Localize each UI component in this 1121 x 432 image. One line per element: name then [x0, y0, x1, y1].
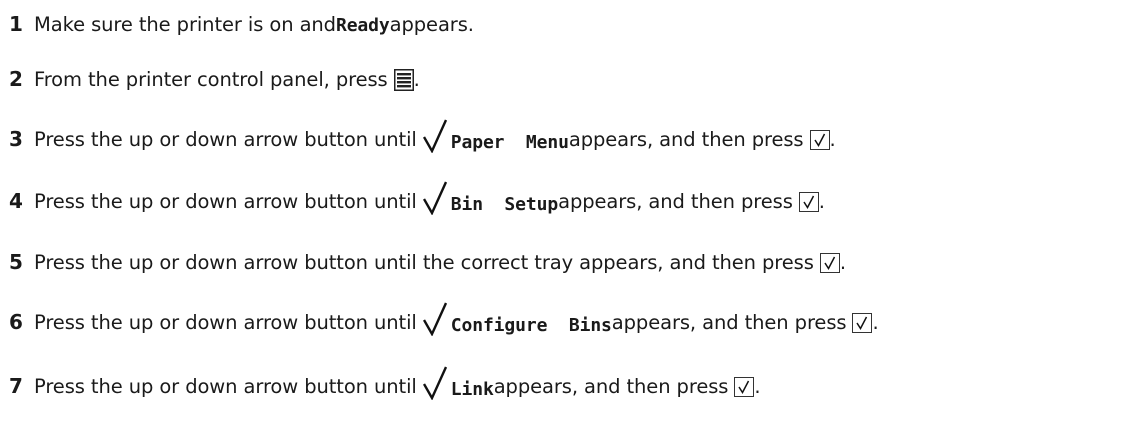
step-2: 2 From the printer control panel, press … — [9, 59, 420, 99]
step-number: 1 — [9, 12, 23, 36]
display-message-link: Link — [450, 378, 494, 400]
step-text: appears, and then press — [611, 310, 847, 334]
select-button-icon — [852, 313, 873, 333]
step-text: appears, and then press — [558, 189, 793, 213]
select-button-icon — [809, 130, 830, 150]
step-text: Make sure the printer is on and — [34, 12, 336, 36]
step-text: Press the up or down arrow button until — [34, 127, 417, 151]
step-text: Press the up or down arrow button until — [34, 374, 417, 398]
step-1: 1 Make sure the printer is on and Ready … — [9, 4, 474, 44]
step-text: . — [413, 67, 420, 91]
display-message-configure-bins: Configure Bins — [450, 314, 612, 336]
step-text: Press the up or down arrow button until … — [34, 250, 814, 274]
step-number: 2 — [9, 67, 23, 91]
step-text: . — [872, 310, 879, 334]
display-message-paper-menu: Paper Menu — [450, 131, 569, 153]
step-number: 4 — [9, 189, 23, 213]
step-text: . — [754, 374, 761, 398]
step-text: Press the up or down arrow button until — [34, 310, 417, 334]
step-number: 6 — [9, 310, 23, 334]
display-message-bin-setup: Bin Setup — [450, 193, 559, 215]
step-text: appears, and then press — [493, 374, 729, 398]
step-7: 7 Press the up or down arrow button unti… — [9, 366, 761, 406]
step-4: 4 Press the up or down arrow button unti… — [9, 181, 825, 221]
step-3: 3 Press the up or down arrow button unti… — [9, 119, 836, 159]
step-5: 5 Press the up or down arrow button unti… — [9, 242, 846, 282]
step-text: From the printer control panel, press — [34, 67, 388, 91]
step-number: 7 — [9, 374, 23, 398]
step-text: . — [818, 189, 825, 213]
checkmark-icon — [422, 302, 447, 337]
step-text: Press the up or down arrow button until — [34, 189, 417, 213]
step-text: . — [839, 250, 846, 274]
step-number: 3 — [9, 127, 23, 151]
step-text: appears, and then press — [568, 127, 804, 151]
checkmark-icon — [422, 181, 447, 216]
checkmark-icon — [422, 366, 447, 401]
select-button-icon — [798, 192, 819, 212]
display-message-ready: Ready — [335, 14, 390, 36]
menu-icon — [393, 69, 414, 91]
select-button-icon — [819, 253, 840, 273]
step-text: . — [829, 127, 836, 151]
step-6: 6 Press the up or down arrow button unti… — [9, 302, 879, 342]
checkmark-icon — [422, 119, 447, 154]
select-button-icon — [734, 377, 755, 397]
step-text: appears. — [389, 12, 474, 36]
step-number: 5 — [9, 250, 23, 274]
